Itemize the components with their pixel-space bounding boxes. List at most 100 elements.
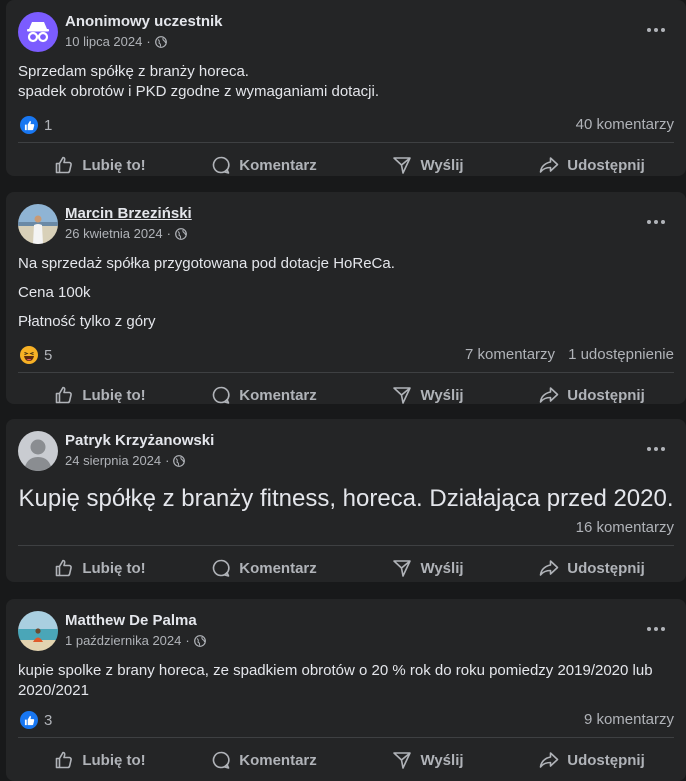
- action-bar: Lubię to! Komentarz Wyślij Udostępnij: [18, 546, 674, 590]
- like-button[interactable]: Lubię to!: [18, 742, 182, 778]
- share-button-label: Udostępnij: [567, 751, 645, 769]
- thumbs-up-icon: [56, 559, 73, 577]
- meta-separator: ·: [165, 453, 170, 468]
- post-text: Na sprzedaż spółka przygotowana pod dota…: [6, 250, 686, 332]
- engagement-counts: 9 komentarzy: [584, 711, 674, 728]
- like-button-label: Lubię to!: [82, 386, 146, 404]
- anonymous-avatar[interactable]: [18, 12, 58, 52]
- comment-icon: [212, 751, 230, 769]
- send-button[interactable]: Wyślij: [346, 147, 510, 183]
- post-text: kupie spolke z brany horeca, ze spadkiem…: [6, 657, 686, 701]
- like-button[interactable]: Lubię to!: [18, 377, 182, 413]
- more-options-icon[interactable]: [644, 212, 668, 232]
- comment-button[interactable]: Komentarz: [182, 550, 346, 586]
- post-meta: 24 sierpnia 2024 ·: [65, 453, 186, 468]
- globe-icon: [173, 454, 186, 467]
- post-header: Matthew De Palma 1 października 2024 ·: [6, 599, 686, 657]
- comment-count[interactable]: 16 komentarzy: [576, 519, 674, 536]
- comment-count[interactable]: 7 komentarzy: [465, 346, 555, 363]
- engagement-counts: 40 komentarzy: [576, 116, 674, 133]
- profile-photo: [18, 204, 58, 244]
- post-meta: 1 października 2024 ·: [65, 633, 206, 648]
- post-stats: 5 7 komentarzy 1 udostępnienie: [18, 338, 674, 372]
- thumbs-up-icon: [56, 751, 73, 769]
- share-button-label: Udostępnij: [567, 559, 645, 577]
- share-button[interactable]: Udostępnij: [510, 742, 674, 778]
- comment-icon: [212, 156, 230, 174]
- comment-icon: [212, 559, 230, 577]
- share-button[interactable]: Udostępnij: [510, 550, 674, 586]
- engagement-counts: 7 komentarzy 1 udostępnienie: [465, 346, 674, 363]
- like-button-label: Lubię to!: [82, 559, 146, 577]
- send-button[interactable]: Wyślij: [346, 377, 510, 413]
- post-text-line: Sprzedam spółkę z branży horeca.: [18, 63, 249, 80]
- post-text-line: spadek obrotów i PKD zgodne z wymaganiam…: [18, 83, 380, 100]
- post-date[interactable]: 1 października 2024: [65, 633, 181, 648]
- share-button[interactable]: Udostępnij: [510, 377, 674, 413]
- send-button-label: Wyślij: [420, 156, 464, 174]
- share-icon: [539, 157, 559, 173]
- send-button-label: Wyślij: [420, 751, 464, 769]
- send-button-label: Wyślij: [420, 386, 464, 404]
- reactions-summary[interactable]: 5: [20, 346, 52, 364]
- like-button-label: Lubię to!: [82, 751, 146, 769]
- profile-photo: [18, 611, 58, 651]
- reactions-summary[interactable]: 1: [20, 116, 52, 134]
- share-count[interactable]: 1 udostępnienie: [568, 346, 674, 363]
- post-meta: 26 kwietnia 2024 ·: [65, 226, 187, 241]
- comment-button[interactable]: Komentarz: [182, 742, 346, 778]
- post-date[interactable]: 26 kwietnia 2024: [65, 226, 163, 241]
- author-name[interactable]: Marcin Brzeziński: [65, 205, 192, 222]
- send-button-label: Wyślij: [420, 559, 464, 577]
- avatar[interactable]: [18, 611, 58, 651]
- post-text-line: kupie spolke z brany horeca, ze spadkiem…: [18, 662, 653, 699]
- share-button[interactable]: Udostępnij: [510, 147, 674, 183]
- author-name[interactable]: Matthew De Palma: [65, 612, 197, 629]
- send-icon: [393, 560, 412, 577]
- more-options-icon[interactable]: [644, 439, 668, 459]
- globe-icon: [193, 634, 206, 647]
- comment-button-label: Komentarz: [239, 156, 317, 174]
- default-avatar[interactable]: [18, 431, 58, 471]
- post-date[interactable]: 24 sierpnia 2024: [65, 453, 161, 468]
- comment-button[interactable]: Komentarz: [182, 377, 346, 413]
- post-card: Patryk Krzyżanowski 24 sierpnia 2024 · K…: [6, 419, 686, 582]
- comment-button[interactable]: Komentarz: [182, 147, 346, 183]
- more-options-icon[interactable]: [644, 20, 668, 40]
- author-name[interactable]: Patryk Krzyżanowski: [65, 432, 214, 449]
- comment-icon: [212, 386, 230, 404]
- like-button[interactable]: Lubię to!: [18, 147, 182, 183]
- post-stats: 16 komentarzy: [18, 511, 674, 545]
- reaction-count: 1: [44, 116, 53, 134]
- more-options-icon[interactable]: [644, 619, 668, 639]
- like-button[interactable]: Lubię to!: [18, 550, 182, 586]
- avatar[interactable]: [18, 204, 58, 244]
- comment-count[interactable]: 9 komentarzy: [584, 711, 674, 728]
- post-stats: 1 40 komentarzy: [18, 108, 674, 142]
- comment-button-label: Komentarz: [239, 559, 317, 577]
- reaction-count: 3: [44, 711, 53, 729]
- send-icon: [393, 387, 412, 404]
- comment-count[interactable]: 40 komentarzy: [576, 116, 674, 133]
- post-text-line: Na sprzedaż spółka przygotowana pod dota…: [18, 255, 395, 272]
- comment-button-label: Komentarz: [239, 386, 317, 404]
- reaction-count: 5: [44, 346, 53, 364]
- post-card: Marcin Brzeziński 26 kwietnia 2024 · Na …: [6, 192, 686, 404]
- globe-icon: [175, 227, 187, 240]
- action-bar: Lubię to! Komentarz Wyślij Udostępnij: [18, 373, 674, 417]
- comment-button-label: Komentarz: [239, 751, 317, 769]
- post-header: Patryk Krzyżanowski 24 sierpnia 2024 ·: [6, 419, 686, 477]
- reactions-summary[interactable]: 3: [20, 711, 52, 729]
- thumbs-up-icon: [56, 386, 73, 404]
- engagement-counts: 16 komentarzy: [576, 519, 674, 536]
- like-button-label: Lubię to!: [82, 156, 146, 174]
- share-icon: [539, 752, 559, 768]
- meta-separator: ·: [185, 633, 190, 648]
- author-name[interactable]: Anonimowy uczestnik: [65, 13, 223, 30]
- post-date[interactable]: 10 lipca 2024: [65, 34, 142, 49]
- send-button[interactable]: Wyślij: [346, 742, 510, 778]
- send-button[interactable]: Wyślij: [346, 550, 510, 586]
- post-header: Anonimowy uczestnik 10 lipca 2024 ·: [6, 0, 686, 58]
- like-icon: [20, 711, 38, 729]
- action-bar: Lubię to! Komentarz Wyślij Udostępnij: [18, 738, 674, 781]
